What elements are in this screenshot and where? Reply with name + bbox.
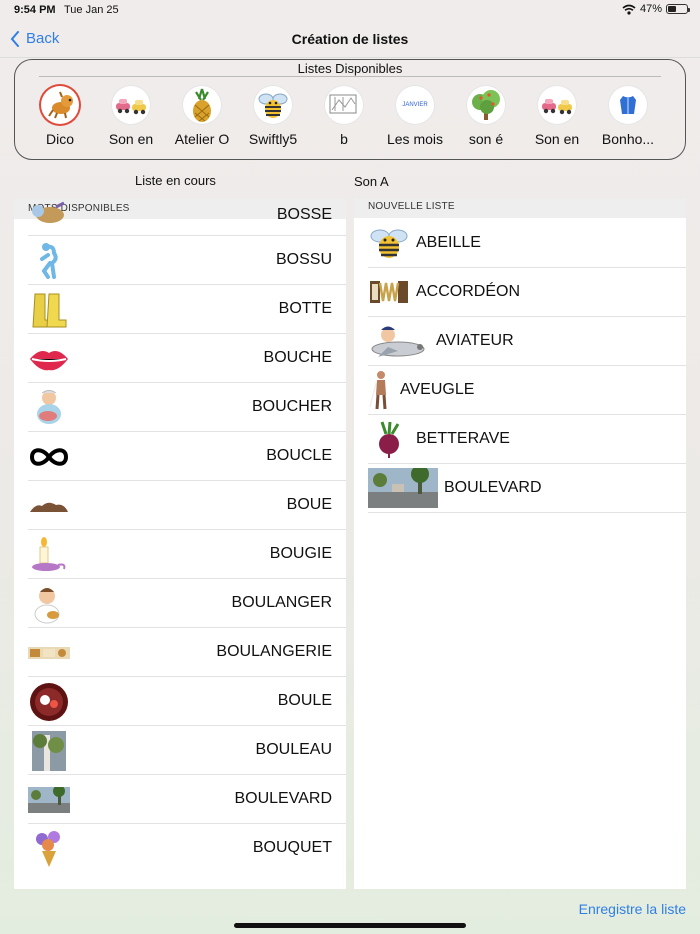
list-item[interactable]: BOUCLE — [28, 432, 346, 481]
list-item[interactable]: BOSSU — [28, 236, 346, 285]
ball-icon — [28, 681, 70, 723]
loop-icon — [28, 436, 70, 478]
pineapple-icon — [183, 86, 221, 124]
butcher-icon — [28, 387, 70, 429]
current-list-heading: Liste en cours — [135, 173, 216, 188]
wifi-icon — [622, 4, 636, 15]
candle-icon — [28, 534, 70, 576]
list-item[interactable]: BOULEVARD — [28, 775, 346, 824]
list-item[interactable]: ABEILLE — [368, 219, 686, 268]
list-item[interactable]: BOUCHER — [28, 383, 346, 432]
list-item[interactable]: AVIATEUR — [368, 317, 686, 366]
list-item[interactable]: BOULANGER — [28, 579, 346, 628]
available-lists-panel[interactable]: Listes Disponibles Dico Son en Atelier O… — [14, 59, 686, 160]
airplane-icon — [371, 326, 425, 357]
list-item[interactable]: BOULANGERIE — [28, 628, 346, 677]
beet-icon — [379, 421, 400, 458]
page-title: Création de listes — [291, 31, 409, 47]
divider — [39, 76, 661, 77]
bakery-icon — [28, 632, 70, 674]
status-bar: 9:54 PM Tue Jan 25 47% — [0, 0, 700, 22]
tree-icon — [467, 86, 505, 124]
new-list-panel[interactable]: NOUVELLE LISTE ABEILLE ACCORDÉON AVIATEU… — [354, 199, 686, 889]
list-item[interactable]: BOUGIE — [28, 530, 346, 579]
boots-icon — [28, 289, 70, 331]
home-indicator — [234, 923, 466, 928]
list-item-son-en[interactable]: Son en — [95, 86, 167, 147]
list-item[interactable]: BOTTE — [28, 285, 346, 334]
bee-icon — [370, 229, 408, 258]
dog-icon — [41, 86, 79, 124]
bee-icon — [254, 86, 292, 124]
hunchback-icon — [28, 240, 70, 282]
navigation-bar: Back Création de listes — [0, 22, 700, 58]
list-item[interactable]: BOUCHE — [28, 334, 346, 383]
status-time: 9:54 PM — [14, 4, 56, 16]
list-item[interactable]: ACCORDÉON — [368, 268, 686, 317]
list-item-dico[interactable]: Dico — [24, 86, 96, 147]
list-item[interactable]: BOULEVARD — [368, 464, 686, 513]
status-date: Tue Jan 25 — [64, 4, 119, 16]
calendar-icon: JANVIER — [396, 86, 434, 124]
battery-icon — [666, 4, 690, 14]
birch-icon — [28, 730, 70, 772]
available-lists-title: Listes Disponibles — [297, 61, 403, 76]
status-right: 47% — [622, 3, 690, 15]
list-item-b[interactable]: b — [308, 86, 380, 147]
camel-icon — [28, 199, 70, 233]
boulevard-icon — [28, 779, 70, 821]
list-item[interactable]: BOULEAU — [28, 726, 346, 775]
car-icon — [538, 86, 576, 124]
list-item-a[interactable]: A — [635, 86, 685, 147]
car-icon — [112, 86, 150, 124]
list-item-son-en-2[interactable]: Son en — [521, 86, 593, 147]
list-item-atelier-o[interactable]: Atelier O — [166, 86, 238, 147]
list-item[interactable]: BOUQUET — [28, 824, 346, 873]
mud-icon — [28, 485, 70, 527]
available-words-panel[interactable]: MOTS DISPONIBLES BOSSE BOSSU BOTTE BOUCH… — [14, 199, 346, 889]
list-item-les-mois[interactable]: JANVIER Les mois — [379, 86, 451, 147]
list-item[interactable]: BOUE — [28, 481, 346, 530]
list-item[interactable]: BOSSE — [28, 201, 346, 236]
baker-icon — [28, 583, 70, 625]
list-item-son-e[interactable]: son é — [450, 86, 522, 147]
boulevard-icon — [368, 468, 438, 508]
blind-person-icon — [369, 371, 387, 410]
list-item[interactable]: BETTERAVE — [368, 415, 686, 464]
accordion-icon — [370, 281, 408, 303]
list-item-swiftly5[interactable]: Swiftly5 — [237, 86, 309, 147]
panel-header: NOUVELLE LISTE — [354, 199, 686, 218]
list-item[interactable]: BOULE — [28, 677, 346, 726]
list-item[interactable]: AVEUGLE — [368, 366, 686, 415]
sketch-icon — [325, 86, 363, 124]
battery-percent: 47% — [639, 3, 662, 15]
lips-icon — [28, 338, 70, 380]
save-list-button[interactable]: Enregistre la liste — [579, 901, 686, 917]
current-list-name: Son A — [354, 174, 389, 189]
bouquet-icon — [28, 828, 70, 870]
